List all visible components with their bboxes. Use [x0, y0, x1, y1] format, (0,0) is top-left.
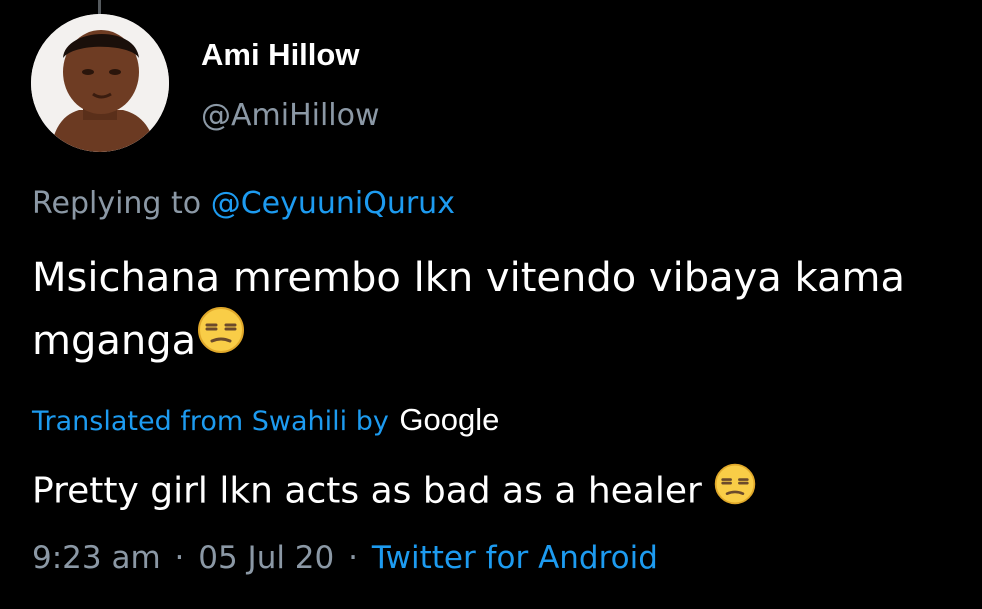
- tweet-text-line: Msichana mrembo lkn vitendo vibaya kama: [32, 255, 905, 301]
- replying-to-mention[interactable]: @CeyuuniQurux: [211, 186, 455, 221]
- meta-separator: ·: [348, 540, 358, 576]
- tweet-time[interactable]: 9:23 am: [32, 540, 161, 576]
- replying-to-label: Replying to: [32, 186, 202, 221]
- tweet-source-link[interactable]: Twitter for Android: [372, 540, 658, 576]
- replying-to-line: Replying to @CeyuuniQurux: [32, 186, 455, 221]
- meta-separator: ·: [174, 540, 185, 576]
- translated-text: Pretty girl lkn acts as bad as a healer: [32, 463, 757, 519]
- tweet-metadata: 9:23 am · 05 Jul 20 · Twitter for Androi…: [32, 540, 658, 576]
- unamused-face-emoji-icon: [713, 462, 757, 515]
- tweet-date[interactable]: 05 Jul 20: [198, 540, 334, 576]
- tweet-text: Msichana mrembo lkn vitendo vibaya kama …: [32, 248, 982, 370]
- avatar[interactable]: [31, 14, 169, 152]
- translation-label: Translated from Swahili by: [32, 406, 389, 437]
- reply-thread-line: [98, 0, 101, 14]
- author-handle[interactable]: @AmiHillow: [201, 98, 380, 133]
- google-logo: Google: [399, 402, 500, 437]
- tweet-text-line: mganga: [32, 307, 982, 370]
- unamused-face-emoji-icon: [196, 305, 246, 373]
- translated-text-content: Pretty girl lkn acts as bad as a healer: [32, 470, 702, 512]
- author-display-name[interactable]: Ami Hillow: [201, 37, 359, 73]
- tweet-text-line-content: mganga: [32, 318, 197, 364]
- translation-attribution[interactable]: Translated from Swahili by Google: [32, 402, 499, 438]
